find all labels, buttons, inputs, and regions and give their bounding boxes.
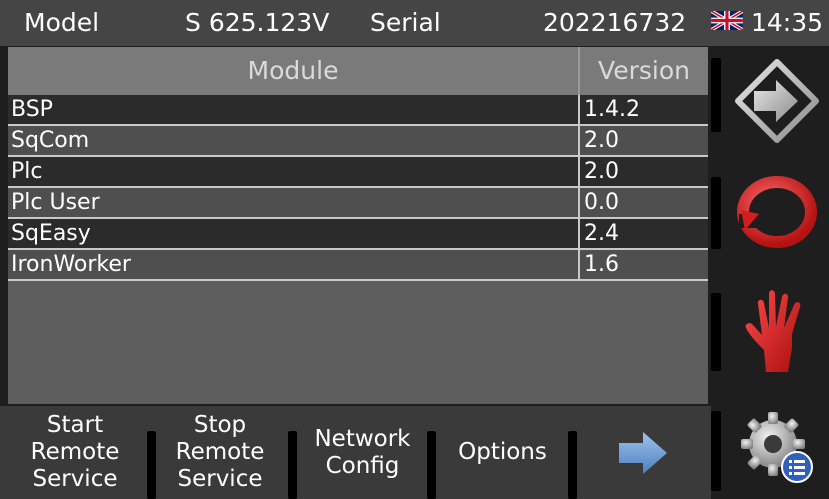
divider [288, 431, 297, 499]
options-button[interactable]: Options [430, 406, 575, 499]
cell-module: BSP [11, 97, 53, 122]
model-label: Model [24, 8, 100, 37]
cell-version: 2.4 [584, 221, 619, 246]
uk-flag-icon[interactable] [711, 11, 743, 30]
divider [568, 431, 577, 499]
cell-version: 0.0 [584, 190, 619, 215]
table-row[interactable]: Plc 2.0 [8, 157, 708, 188]
exit-arrow-icon [735, 59, 819, 143]
network-config-button[interactable]: Network Config [290, 406, 435, 499]
stop-button[interactable] [725, 276, 829, 386]
next-page-button[interactable] [575, 406, 711, 499]
button-label: Service [32, 466, 118, 492]
button-label: Remote [175, 439, 265, 465]
header-bar: Model S 625.123V Serial 202216732 14:35 [0, 0, 829, 46]
screen: Model S 625.123V Serial 202216732 14:35 … [0, 0, 829, 499]
model-value: S 625.123V [185, 8, 330, 37]
settings-button[interactable] [725, 391, 829, 499]
cycle-icon [737, 176, 817, 248]
cell-version: 1.4.2 [584, 97, 640, 122]
button-label: Options [458, 439, 547, 465]
stop-remote-service-button[interactable]: Stop Remote Service [145, 406, 295, 499]
cycle-button[interactable] [725, 157, 829, 267]
button-label: Network [314, 425, 411, 452]
column-header-version: Version [598, 56, 690, 85]
side-panel [725, 46, 829, 499]
divider [427, 431, 436, 499]
button-label: Stop [193, 412, 247, 438]
table-row[interactable]: SqEasy 2.4 [8, 219, 708, 250]
table-row[interactable]: SqCom 2.0 [8, 126, 708, 157]
divider [711, 58, 721, 132]
cell-module: Plc [11, 159, 43, 184]
cell-module: SqEasy [11, 221, 91, 246]
divider [147, 431, 156, 499]
cell-version: 1.6 [584, 252, 619, 277]
exit-button[interactable] [725, 46, 829, 156]
cell-module: SqCom [11, 128, 90, 153]
divider [711, 293, 721, 371]
settings-gear-icon [741, 412, 813, 483]
table-row[interactable]: IronWorker 1.6 [8, 250, 708, 281]
serial-label: Serial [370, 8, 441, 37]
arrow-right-icon [619, 431, 667, 474]
button-label: Start [46, 412, 104, 438]
table-row[interactable]: BSP 1.4.2 [8, 95, 708, 126]
button-label: Config [325, 452, 400, 479]
bottom-toolbar: Start Remote Service Stop Remote Service… [0, 406, 711, 499]
cell-version: 2.0 [584, 128, 619, 153]
divider [711, 177, 721, 249]
serial-value: 202216732 [543, 8, 687, 37]
clock: 14:35 [751, 8, 824, 37]
button-label: Remote [30, 439, 120, 465]
divider [711, 411, 721, 491]
start-remote-service-button[interactable]: Start Remote Service [0, 406, 150, 499]
stop-hand-icon [745, 290, 801, 372]
button-label: Service [177, 466, 263, 492]
table-header: Module Version [8, 47, 708, 95]
column-header-module: Module [247, 56, 339, 85]
table-row[interactable]: Plc User 0.0 [8, 188, 708, 219]
cell-version: 2.0 [584, 159, 619, 184]
cell-module: IronWorker [11, 252, 131, 277]
module-version-table: Module Version BSP 1.4.2 SqCom 2.0 Plc 2… [8, 47, 708, 404]
cell-module: Plc User [11, 190, 100, 215]
